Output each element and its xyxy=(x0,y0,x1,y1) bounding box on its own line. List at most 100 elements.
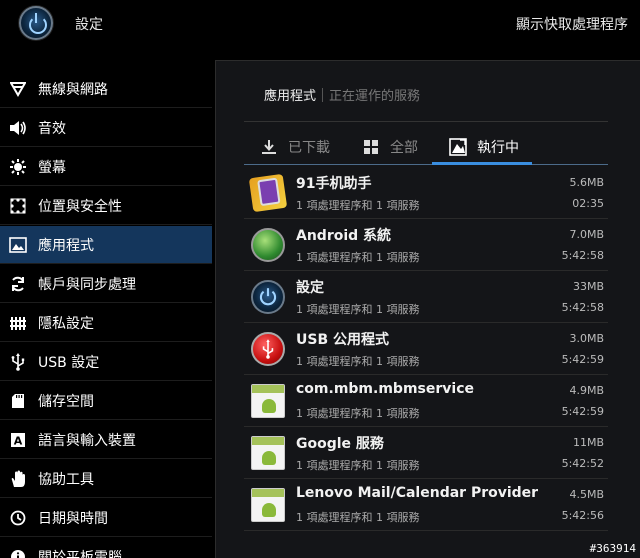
app-process-info: 1 項處理程序和 1 項服務 xyxy=(296,199,420,212)
tab-running[interactable]: 執行中 xyxy=(449,129,519,165)
sidebar-item-label: 關於平板電腦 xyxy=(38,549,122,558)
app-process-info: 1 項處理程序和 1 項服務 xyxy=(296,251,420,264)
app-name: Android 系統 xyxy=(296,228,392,244)
sidebar-item-label: 儲存空間 xyxy=(38,393,94,410)
usb-utility-icon xyxy=(251,332,285,366)
sidebar-item-date-time[interactable]: 日期與時間 xyxy=(0,499,212,537)
app-filter-tabs: 已下載 全部 執行中 xyxy=(244,129,608,165)
sidebar-item-wireless[interactable]: 無線與網路 xyxy=(0,70,212,108)
clock-icon xyxy=(8,508,28,528)
sidebar-item-privacy[interactable]: 隱私設定 xyxy=(0,304,212,342)
sdcard-icon xyxy=(8,391,28,411)
app-name: Google 服務 xyxy=(296,436,384,452)
sidebar-item-label: 位置與安全性 xyxy=(38,198,122,215)
app-uptime: 02:35 xyxy=(572,197,604,210)
android-system-icon xyxy=(251,228,285,262)
sidebar-item-label: 應用程式 xyxy=(38,237,94,254)
app-name: 91手机助手 xyxy=(296,176,372,192)
app-uptime: 5:42:59 xyxy=(561,405,604,418)
list-item[interactable]: com.mbm.mbmservice 1 項處理程序和 1 項服務 4.9MB … xyxy=(244,375,608,427)
download-icon xyxy=(260,138,278,156)
show-cached-processes-button[interactable]: 顯示快取處理程序 xyxy=(516,14,628,34)
divider xyxy=(244,121,608,122)
list-item[interactable]: Google 服務 1 項處理程序和 1 項服務 11MB 5:42:52 xyxy=(244,427,608,479)
sync-icon xyxy=(8,274,28,294)
app-memory: 11MB xyxy=(572,436,604,449)
breadcrumb: 應用程式 正在運作的服務 xyxy=(264,85,420,104)
tab-label: 已下載 xyxy=(288,140,330,156)
list-item[interactable]: 91手机助手 1 項處理程序和 1 項服務 5.6MB 02:35 xyxy=(244,167,608,219)
tab-all[interactable]: 全部 xyxy=(362,129,418,165)
sidebar-item-storage[interactable]: 儲存空間 xyxy=(0,382,212,420)
tab-label: 全部 xyxy=(390,140,418,156)
page-title: 設定 xyxy=(75,17,103,33)
sidebar-item-label: USB 設定 xyxy=(38,354,100,371)
tab-label: 執行中 xyxy=(477,140,519,156)
app-process-info: 1 項處理程序和 1 項服務 xyxy=(296,459,420,472)
android-package-icon xyxy=(251,436,285,470)
list-item[interactable]: USB 公用程式 1 項處理程序和 1 項服務 3.0MB 5:42:59 xyxy=(244,323,608,375)
app-process-info: 1 項處理程序和 1 項服務 xyxy=(296,303,420,316)
app-uptime: 5:42:58 xyxy=(561,249,604,262)
sidebar-item-language-input[interactable]: A 語言與輸入裝置 xyxy=(0,421,212,459)
sidebar-item-sound[interactable]: 音效 xyxy=(0,109,212,147)
running-icon xyxy=(449,138,467,156)
speaker-icon xyxy=(8,118,28,138)
sidebar-item-applications[interactable]: 應用程式 xyxy=(0,226,212,264)
app-name: Lenovo Mail/Calendar Provider xyxy=(296,485,539,501)
grid-lock-icon xyxy=(8,196,28,216)
app-uptime: 5:42:59 xyxy=(561,353,604,366)
usb-icon xyxy=(8,352,28,372)
app-memory: 4.5MB xyxy=(569,488,604,501)
app-name: com.mbm.mbmservice xyxy=(296,381,474,397)
sidebar-item-label: 音效 xyxy=(38,120,66,137)
list-item[interactable]: 設定 1 項處理程序和 1 項服務 33MB 5:42:58 xyxy=(244,271,608,323)
sidebar-item-accounts-sync[interactable]: 帳戶與同步處理 xyxy=(0,265,212,303)
action-bar: 設定 顯示快取處理程序 xyxy=(0,0,640,50)
applications-panel: 應用程式 正在運作的服務 已下載 全部 執行中 91手机助手 1 項處理程序和 … xyxy=(215,60,640,558)
sidebar-item-display[interactable]: 螢幕 xyxy=(0,148,212,186)
breadcrumb-current: 應用程式 xyxy=(264,89,317,104)
watermark: #363914 xyxy=(589,542,636,555)
tab-baseline xyxy=(244,164,608,165)
language-icon: A xyxy=(8,430,28,450)
sidebar-item-label: 協助工具 xyxy=(38,471,94,488)
sidebar-item-label: 無線與網路 xyxy=(38,81,108,98)
sidebar-item-label: 語言與輸入裝置 xyxy=(38,432,136,449)
brightness-icon xyxy=(8,157,28,177)
app-name: 設定 xyxy=(296,280,324,296)
sidebar-item-accessibility[interactable]: 協助工具 xyxy=(0,460,212,498)
all-grid-icon xyxy=(362,138,380,156)
app-memory: 3.0MB xyxy=(569,332,604,345)
app-uptime: 5:42:52 xyxy=(561,457,604,470)
sidebar-item-label: 帳戶與同步處理 xyxy=(38,276,136,293)
sidebar-item-usb-settings[interactable]: USB 設定 xyxy=(0,343,212,381)
app-process-info: 1 項處理程序和 1 項服務 xyxy=(296,407,420,420)
privacy-icon xyxy=(8,313,28,333)
sidebar-item-label: 螢幕 xyxy=(38,159,66,176)
sidebar-item-about-tablet[interactable]: 關於平板電腦 xyxy=(0,538,212,558)
list-item[interactable]: Lenovo Mail/Calendar Provider 1 項處理程序和 1… xyxy=(244,479,608,531)
info-icon xyxy=(8,547,28,558)
breadcrumb-separator xyxy=(322,87,324,102)
settings-icon xyxy=(251,280,285,314)
sidebar-item-label: 隱私設定 xyxy=(38,315,94,332)
breadcrumb-running-services[interactable]: 正在運作的服務 xyxy=(329,85,420,104)
app-uptime: 5:42:56 xyxy=(561,509,604,522)
app-memory: 33MB xyxy=(572,280,604,293)
tab-downloaded[interactable]: 已下載 xyxy=(260,129,330,165)
android-package-icon xyxy=(251,488,285,522)
sidebar-item-location-security[interactable]: 位置與安全性 xyxy=(0,187,212,225)
app-uptime: 5:42:58 xyxy=(561,301,604,314)
android-package-icon xyxy=(251,384,285,418)
app-memory: 7.0MB xyxy=(569,228,604,241)
active-tab-indicator xyxy=(432,162,532,165)
wifi-icon xyxy=(8,79,28,99)
list-item[interactable]: Android 系統 1 項處理程序和 1 項服務 7.0MB 5:42:58 xyxy=(244,219,608,271)
app-process-info: 1 項處理程序和 1 項服務 xyxy=(296,511,420,524)
hand-icon xyxy=(8,469,28,489)
app-process-info: 1 項處理程序和 1 項服務 xyxy=(296,355,420,368)
apps-icon xyxy=(8,235,28,255)
settings-sidebar: 無線與網路 音效 螢幕 位置與安全性 應用程式 帳戶與同步處理 隱私設定 USB… xyxy=(0,70,212,558)
settings-app-icon[interactable] xyxy=(19,6,53,40)
